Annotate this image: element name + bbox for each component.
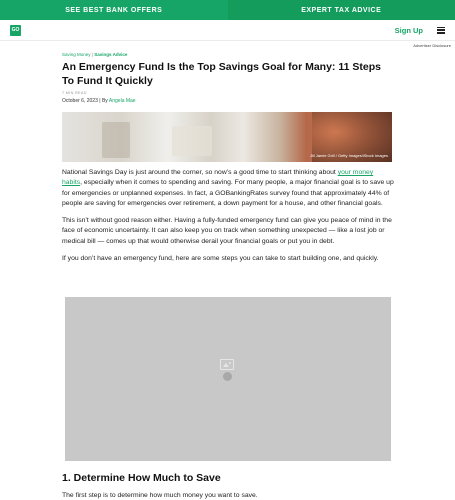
header-actions: Sign Up <box>395 26 445 35</box>
ad-placeholder <box>65 297 391 461</box>
site-logo[interactable]: GO <box>10 24 21 36</box>
article-title: An Emergency Fund Is the Top Savings Goa… <box>62 61 381 87</box>
loading-spinner-icon <box>223 372 232 381</box>
sign-up-link[interactable]: Sign Up <box>395 26 423 35</box>
image-placeholder-icon <box>220 359 234 370</box>
paragraph-2: This isn’t without good reason either. H… <box>62 217 392 245</box>
advertiser-disclosure-link[interactable]: Advertiser Disclosure <box>413 43 451 48</box>
paragraph-4: The first step is to determine how much … <box>62 492 258 499</box>
breadcrumb-current-link[interactable]: Savings Advice <box>94 52 127 57</box>
article-body: National Savings Day is just around the … <box>62 168 394 271</box>
author-link[interactable]: Angela Mae <box>109 98 136 104</box>
image-credit: Jill Jamie Grill / Getty Images/iStock I… <box>309 153 388 158</box>
hamburger-menu-icon[interactable] <box>437 26 445 34</box>
publish-date: October 6, 2023 <box>62 98 98 104</box>
expert-tax-advice-button[interactable]: EXPERT TAX ADVICE <box>227 0 455 20</box>
byline-prefix: | By <box>99 98 108 104</box>
paragraph-3: If you don’t have an emergency fund, her… <box>62 255 379 263</box>
breadcrumb: Saving Money | Savings Advice <box>62 52 392 57</box>
hero-image: Jill Jamie Grill / Getty Images/iStock I… <box>62 112 392 162</box>
read-time: 7 MIN READ <box>62 91 87 95</box>
best-bank-offers-button[interactable]: SEE BEST BANK OFFERS <box>0 0 228 20</box>
section-heading: 1. Determine How Much to Save <box>62 472 221 484</box>
site-header: GO Sign Up <box>0 20 455 41</box>
byline: October 6, 2023 | By Angela Mae <box>62 98 392 104</box>
top-promo-bar: SEE BEST BANK OFFERS EXPERT TAX ADVICE <box>0 0 455 20</box>
paragraph-1: National Savings Day is just around the … <box>62 169 394 207</box>
breadcrumb-separator: | <box>91 52 93 57</box>
article-header: Saving Money | Savings Advice An Emergen… <box>62 52 392 104</box>
breadcrumb-parent-link[interactable]: Saving Money <box>62 52 91 57</box>
